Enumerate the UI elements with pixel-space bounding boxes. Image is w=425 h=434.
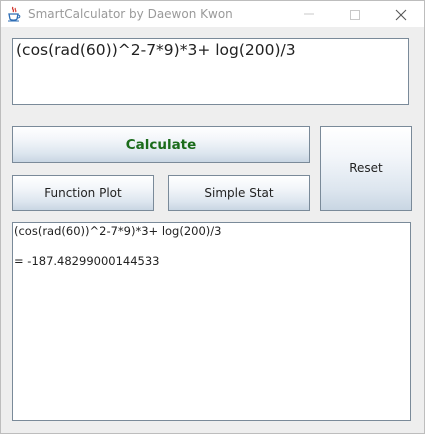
window-title: SmartCalculator by Daewon Kwon xyxy=(28,7,233,21)
main-panel: (cos(rad(60))^2-7*9)*3+ log(200)/3 Calcu… xyxy=(1,27,424,433)
close-icon xyxy=(395,9,407,21)
function-plot-button[interactable]: Function Plot xyxy=(12,175,154,211)
reset-button[interactable]: Reset xyxy=(320,126,412,211)
expression-input-text: (cos(rad(60))^2-7*9)*3+ log(200)/3 xyxy=(16,41,296,59)
simple-stat-button[interactable]: Simple Stat xyxy=(168,175,310,211)
reset-button-label: Reset xyxy=(349,161,383,175)
app-window: SmartCalculator by Daewon Kwon (cos(rad(… xyxy=(0,0,425,434)
java-cup-icon xyxy=(6,6,22,22)
title-bar[interactable]: SmartCalculator by Daewon Kwon xyxy=(1,1,424,27)
minimize-button[interactable] xyxy=(286,1,332,27)
output-result: = -187.48299000144533 xyxy=(14,254,160,268)
maximize-button[interactable] xyxy=(332,1,378,27)
output-expression: (cos(rad(60))^2-7*9)*3+ log(200)/3 xyxy=(14,224,222,238)
function-plot-button-label: Function Plot xyxy=(44,186,122,200)
expression-input[interactable]: (cos(rad(60))^2-7*9)*3+ log(200)/3 xyxy=(12,38,409,105)
simple-stat-button-label: Simple Stat xyxy=(204,186,274,200)
calculate-button[interactable]: Calculate xyxy=(12,126,310,163)
maximize-icon xyxy=(350,10,360,20)
close-button[interactable] xyxy=(378,1,424,27)
result-output[interactable]: (cos(rad(60))^2-7*9)*3+ log(200)/3 = -18… xyxy=(12,222,411,421)
calculate-button-label: Calculate xyxy=(125,137,197,153)
minimize-icon xyxy=(304,13,314,15)
